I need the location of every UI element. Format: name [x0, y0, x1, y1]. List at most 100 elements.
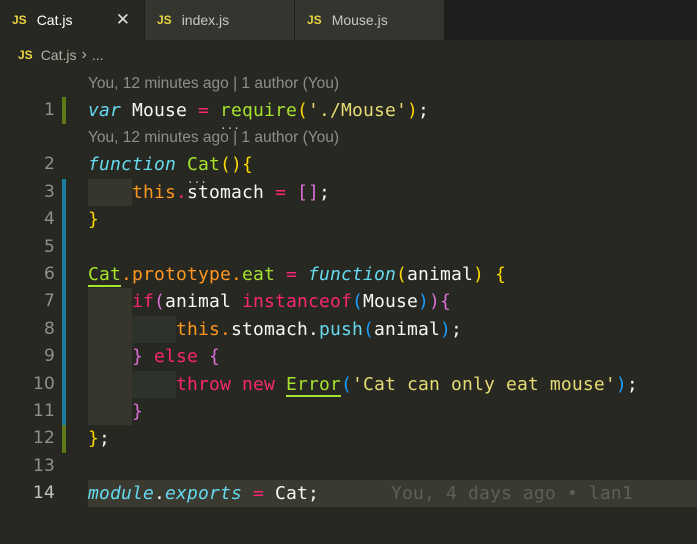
tab-index-js[interactable]: JS index.js — [145, 0, 295, 40]
codelens-git-info[interactable]: You, 12 minutes ago | 1 author (You) — [0, 70, 697, 97]
code-token: ) — [428, 291, 440, 313]
close-icon[interactable]: ✕ — [116, 10, 130, 30]
code-line: 14 module.exports = Cat; You, 4 days ago •… — [0, 480, 697, 508]
code-line: 10 throw new Error('Cat can only eat mou… — [0, 370, 697, 398]
code-token: stomach — [187, 181, 275, 203]
git-change-indicator[interactable] — [62, 206, 66, 234]
breadcrumb-file[interactable]: Cat.js — [41, 47, 77, 63]
code-token: animal — [406, 263, 473, 285]
code-text: } — [88, 206, 99, 233]
line-number: 8 — [44, 318, 55, 339]
code-text: Cat.prototype.eat = function(animal) { — [88, 261, 506, 288]
code-token: Cat — [88, 263, 121, 287]
code-token: require — [220, 100, 297, 121]
line-number: 1 — [44, 100, 55, 120]
javascript-file-icon: JS — [157, 13, 172, 27]
code-token: throw — [175, 373, 231, 395]
code-token: ( — [351, 291, 363, 313]
git-change-indicator[interactable] — [62, 397, 66, 426]
code-token: prototype — [132, 263, 231, 285]
git-change-indicator[interactable] — [62, 178, 66, 207]
code-token: Mouse — [362, 291, 418, 313]
code-token: } — [88, 428, 99, 450]
code-token: ; — [318, 181, 330, 203]
line-number: 2 — [44, 154, 55, 175]
code-line: 3 this.stomach = []; — [0, 178, 697, 207]
code-token: 'Cat can only eat mouse' — [351, 373, 616, 395]
javascript-file-icon: JS — [12, 13, 27, 27]
code-token: ( — [362, 318, 374, 340]
code-text: if(animal instanceof(Mouse)){ — [88, 288, 451, 315]
code-token: ) — [615, 373, 627, 395]
code-token: [] — [296, 181, 319, 203]
code-text: this.stomach.push(animal); — [88, 316, 462, 343]
code-token: ) — [406, 100, 418, 121]
code-text: } else { — [88, 343, 220, 370]
code-line: 13 — [0, 453, 697, 480]
git-change-indicator[interactable] — [62, 288, 66, 316]
code-editor[interactable]: You, 12 minutes ago | 1 author (You) 1 var… — [0, 70, 697, 508]
javascript-file-icon: JS — [18, 48, 33, 62]
git-change-indicator[interactable] — [62, 315, 66, 344]
git-change-indicator[interactable] — [62, 343, 66, 371]
code-token: ( — [296, 100, 308, 121]
code-text: throw new Error('Cat can only eat mouse'… — [88, 371, 638, 398]
line-number: 9 — [44, 346, 55, 367]
code-token: function — [88, 154, 176, 176]
code-line: 2 function Cat(){ — [0, 151, 697, 178]
code-token: var — [88, 100, 121, 121]
code-token: ; — [626, 373, 638, 395]
code-token: () — [219, 154, 242, 176]
breadcrumb-symbols[interactable]: ... — [92, 47, 104, 63]
git-change-indicator[interactable] — [62, 425, 66, 453]
tab-label: Cat.js — [36, 12, 73, 28]
tab-label: index.js — [181, 12, 230, 28]
code-token: './Mouse' — [307, 100, 407, 121]
code-token: = — [285, 263, 297, 285]
line-number: 7 — [44, 291, 55, 312]
git-change-indicator[interactable] — [62, 233, 66, 261]
code-token: if — [132, 291, 154, 313]
code-token: exports — [164, 483, 242, 505]
line-number: 10 — [33, 373, 55, 394]
code-token: function — [307, 263, 396, 285]
git-change-indicator[interactable] — [62, 370, 66, 398]
git-change-indicator[interactable] — [62, 97, 66, 125]
code-line: 5 — [0, 233, 697, 261]
javascript-file-icon: JS — [307, 13, 322, 27]
line-number: 11 — [33, 400, 55, 421]
code-token: = — [197, 100, 209, 121]
code-token: animal — [165, 291, 242, 313]
code-token: } — [88, 209, 99, 231]
code-token: Cat — [187, 154, 220, 175]
code-token: . — [230, 263, 242, 285]
line-number: 13 — [33, 455, 55, 476]
code-text: }; — [88, 425, 110, 452]
code-line: 7 if(animal instanceof(Mouse)){ — [0, 288, 697, 316]
code-token: { — [494, 263, 506, 285]
code-line: 4} — [0, 206, 697, 234]
code-token: Cat — [274, 483, 308, 505]
codelens-git-info[interactable]: You, 12 minutes ago | 1 author (You) — [0, 124, 697, 151]
tab-mouse-js[interactable]: JS Mouse.js — [295, 0, 445, 40]
code-token: ; — [450, 318, 462, 340]
tab-bar: JS Cat.js ✕ JS index.js JS Mouse.js — [0, 0, 697, 40]
code-text: function Cat(){ — [88, 151, 253, 178]
git-blame-annotation: You, 4 days ago • lan1 — [390, 483, 633, 505]
code-token: ) — [439, 318, 451, 340]
code-token: { — [241, 154, 253, 176]
code-token: ( — [154, 291, 165, 313]
tab-cat-js[interactable]: JS Cat.js ✕ — [0, 0, 145, 40]
git-change-indicator[interactable] — [62, 260, 66, 289]
